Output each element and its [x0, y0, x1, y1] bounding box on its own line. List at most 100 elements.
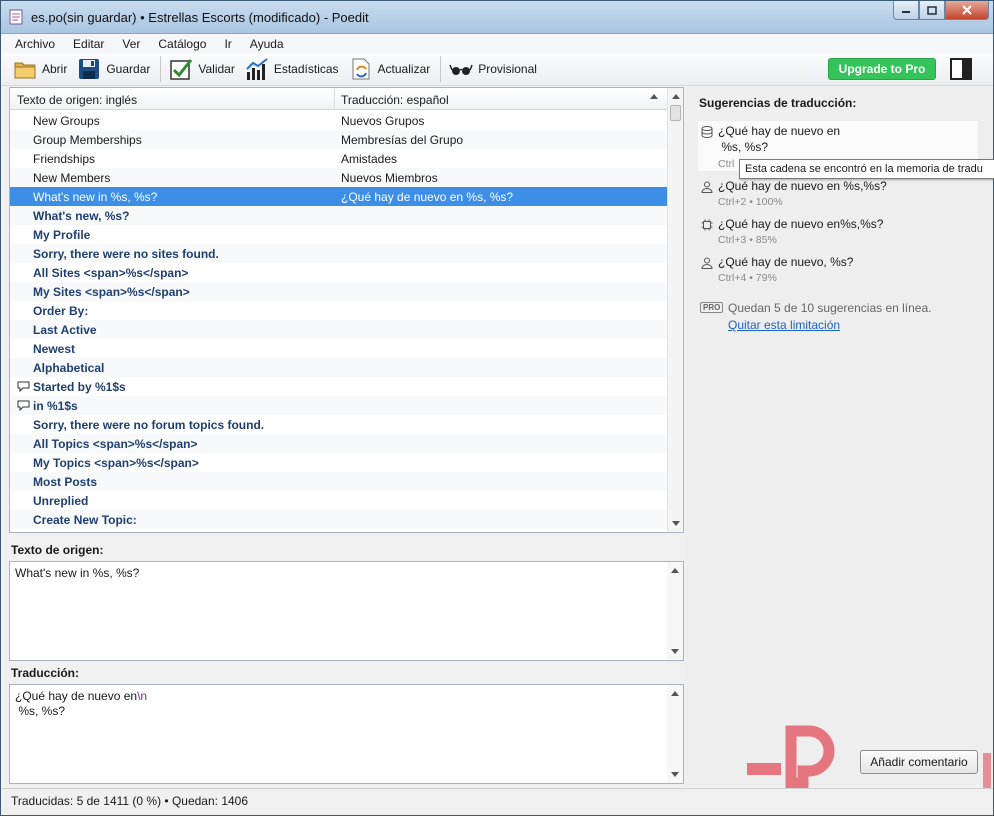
minimize-button[interactable] — [893, 1, 919, 20]
table-row[interactable]: Newest — [10, 339, 668, 358]
statistics-button[interactable]: Estadísticas — [241, 55, 343, 83]
source-string: My Topics <span>%s</span> — [33, 456, 199, 470]
fuzzy-button[interactable]: Provisional — [445, 55, 541, 83]
source-string: Most Posts — [33, 475, 98, 489]
close-icon — [962, 5, 972, 15]
table-row[interactable]: Group Memberships Membresías del Grupo — [10, 130, 668, 149]
open-button[interactable]: Abrir — [9, 55, 71, 83]
table-row[interactable]: New Groups Nuevos Grupos — [10, 111, 668, 130]
suggestion-item-3[interactable]: ¿Qué hay de nuevo en%s,%s? Ctrl+3 • 85% — [698, 214, 978, 250]
source-string: My Profile — [33, 228, 91, 242]
list-header: Texto de origen: inglés Traducción: espa… — [10, 88, 668, 110]
database-icon — [701, 126, 713, 138]
translation-string: Membresías del Grupo — [341, 133, 464, 147]
translation-scrollbar[interactable] — [667, 685, 683, 783]
scroll-down-arrow-icon[interactable] — [671, 649, 679, 654]
source-scrollbar[interactable] — [667, 562, 683, 660]
translation-line-1: ¿Qué hay de nuevo en — [15, 689, 138, 703]
close-button[interactable] — [945, 1, 989, 20]
source-string: Started by %1$s — [33, 380, 126, 394]
table-row[interactable]: in %1$s — [10, 396, 668, 415]
sort-arrow-icon — [650, 94, 658, 99]
title-bar[interactable]: es.po(sin guardar) • Estrellas Escorts (… — [1, 1, 993, 34]
table-row[interactable]: Sorry, there were no sites found. — [10, 244, 668, 263]
table-row[interactable]: Last Active — [10, 320, 668, 339]
scroll-thumb[interactable] — [670, 105, 681, 121]
table-row[interactable]: My Profile — [10, 225, 668, 244]
table-row[interactable]: Create New Topic: — [10, 510, 668, 529]
suggestion-tooltip: Esta cadena se encontró en la memoria de… — [739, 159, 994, 179]
source-string: What's new, %s? — [33, 209, 130, 223]
table-row[interactable]: Most Posts — [10, 472, 668, 491]
update-label: Actualizar — [377, 62, 431, 76]
table-row[interactable]: What's new in %s, %s? ¿Qué hay de nuevo e… — [10, 187, 668, 206]
source-string: What's new in %s, %s? — [33, 190, 158, 204]
table-row[interactable]: Sorry, there were no forum topics found. — [10, 415, 668, 434]
validate-button[interactable]: Validar — [165, 55, 238, 83]
menu-ir[interactable]: Ir — [224, 37, 231, 51]
menu-ayuda[interactable]: Ayuda — [250, 37, 284, 51]
strings-list[interactable]: Texto de origen: inglés Traducción: espa… — [9, 87, 684, 533]
machine-translation-icon — [701, 219, 713, 231]
source-text-label: Texto de origen: — [11, 543, 104, 557]
column-divider[interactable] — [334, 88, 335, 110]
suggestion-item-4[interactable]: ¿Qué hay de nuevo, %s? Ctrl+4 • 79% — [698, 252, 978, 288]
menu-ver[interactable]: Ver — [122, 37, 140, 51]
remaining-suggestions-text: Quedan 5 de 10 sugerencias en línea. — [728, 301, 932, 315]
save-button[interactable]: Guardar — [73, 55, 154, 83]
source-string: Create New Topic: — [33, 513, 137, 527]
scroll-down-arrow-icon[interactable] — [671, 772, 679, 777]
upgrade-to-pro-button[interactable]: Upgrade to Pro — [828, 58, 936, 80]
translation-string: Nuevos Grupos — [341, 114, 425, 128]
source-string: New Groups — [33, 114, 100, 128]
remove-limitation-link[interactable]: Quitar esta limitación — [728, 318, 840, 332]
table-row[interactable]: Unreplied — [10, 491, 668, 510]
translation-line-2: %s, %s? — [15, 704, 66, 718]
sidebar-toggle-icon[interactable] — [950, 58, 972, 80]
menu-archivo[interactable]: Archivo — [15, 37, 55, 51]
table-row[interactable]: Friendships Amistades — [10, 149, 668, 168]
scroll-up-arrow-icon[interactable] — [672, 94, 680, 99]
table-row[interactable]: All Topics <span>%s</span> — [10, 434, 668, 453]
translation-string: ¿Qué hay de nuevo en %s, %s? — [341, 190, 514, 204]
maximize-button[interactable] — [919, 1, 945, 20]
suggestion-item-2[interactable]: ¿Qué hay de nuevo en %s,%s? Ctrl+2 • 100… — [698, 176, 978, 212]
add-comment-button[interactable]: Añadir comentario — [860, 750, 978, 774]
table-row[interactable]: All Sites <span>%s</span> — [10, 263, 668, 282]
table-row[interactable]: What's new, %s? — [10, 206, 668, 225]
glasses-icon — [449, 64, 473, 75]
statistics-label: Estadísticas — [273, 62, 339, 76]
maximize-icon — [927, 5, 937, 15]
column-header-translation[interactable]: Traducción: español — [341, 93, 449, 107]
bar-chart-icon — [246, 58, 268, 80]
translation-label: Traducción: — [11, 666, 80, 680]
source-string: Alphabetical — [33, 361, 105, 375]
table-row[interactable]: Started by %1$s — [10, 377, 668, 396]
toolbar-separator — [440, 56, 442, 82]
suggestion-text: ¿Qué hay de nuevo en %s, %s? — [718, 124, 841, 154]
scroll-down-arrow-icon[interactable] — [672, 521, 680, 526]
table-row[interactable]: Order By: — [10, 301, 668, 320]
source-text-box[interactable]: What's new in %s, %s? — [9, 561, 684, 661]
table-row[interactable]: My Topics <span>%s</span> — [10, 453, 668, 472]
pro-badge: PRO — [700, 302, 724, 313]
open-label: Abrir — [42, 62, 68, 76]
suggestion-shortcut: Ctrl+4 • 79% — [718, 272, 777, 284]
scroll-up-arrow-icon[interactable] — [671, 691, 679, 696]
table-row[interactable]: My Sites <span>%s</span> — [10, 282, 668, 301]
minimize-icon — [902, 11, 910, 13]
scroll-up-arrow-icon[interactable] — [671, 568, 679, 573]
translation-string: Amistades — [341, 152, 398, 166]
translation-text-box[interactable]: ¿Qué hay de nuevo en\n %s, %s? — [9, 684, 684, 784]
source-string: Sorry, there were no forum topics found. — [33, 418, 265, 432]
menu-editar[interactable]: Editar — [73, 37, 104, 51]
checkbox-icon — [170, 59, 193, 80]
list-scrollbar[interactable] — [667, 88, 683, 532]
update-button[interactable]: Actualizar — [345, 55, 435, 83]
table-row[interactable]: Alphabetical — [10, 358, 668, 377]
table-row[interactable]: New Members Nuevos Miembros — [10, 168, 668, 187]
menu-catalogo[interactable]: Catálogo — [158, 37, 206, 51]
status-text: Traducidas: 5 de 1411 (0 %) • Quedan: 14… — [11, 794, 249, 808]
column-header-source[interactable]: Texto de origen: inglés — [17, 93, 137, 107]
source-string: All Topics <span>%s</span> — [33, 437, 198, 451]
